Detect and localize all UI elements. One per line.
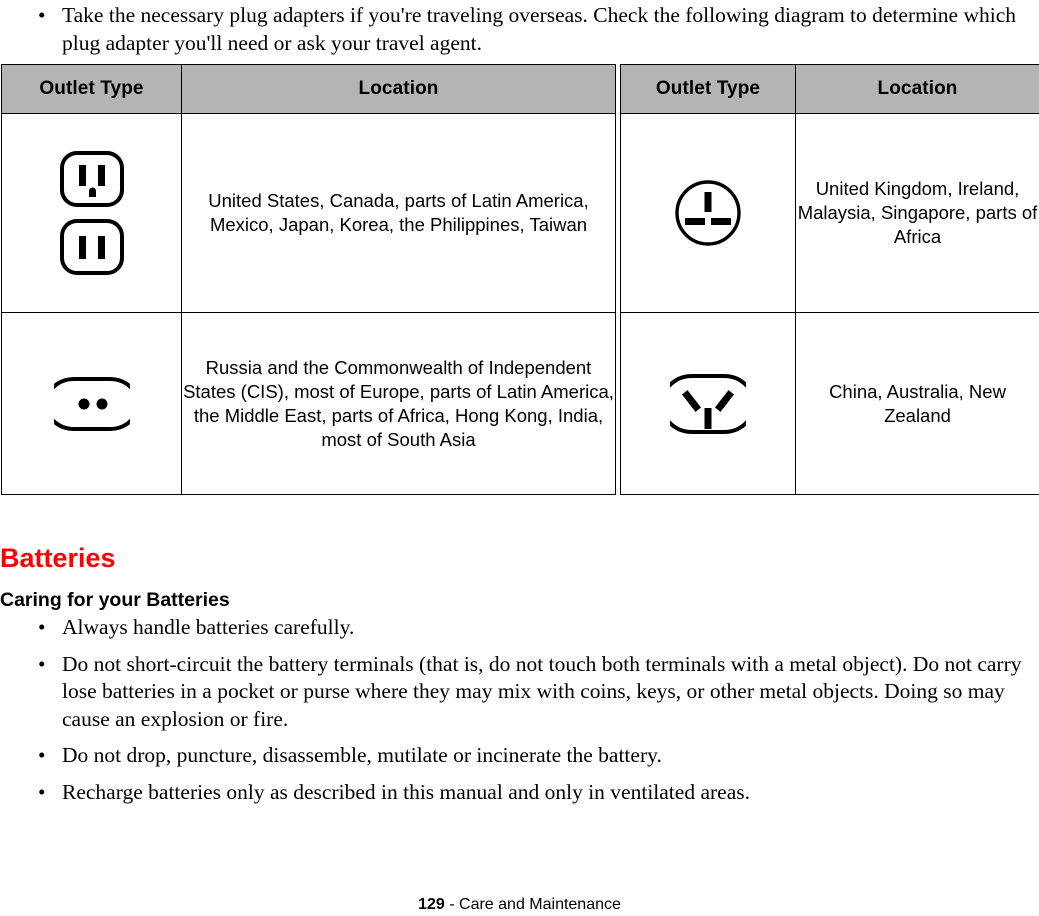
table-row: China, Australia, New Zealand <box>620 312 1039 495</box>
page-footer: 129 - Care and Maintenance <box>0 896 1039 914</box>
battery-bullet-text: Recharge batteries only as described in … <box>62 779 750 804</box>
battery-bullet-text: Do not drop, puncture, disassemble, muti… <box>62 743 662 767</box>
footer-section-name: Care and Maintenance <box>459 896 621 913</box>
battery-bullet-text: Always handle batteries carefully. <box>62 615 355 639</box>
table-row: United States, Canada, parts of Latin Am… <box>1 113 616 313</box>
outlet-type-cell <box>1 312 182 495</box>
outlet-table-left: Outlet Type Location United States, Cana… <box>1 64 616 495</box>
column-header-location: Location <box>795 64 1039 114</box>
location-cell: Russia and the Commonwealth of Independe… <box>181 312 616 495</box>
uk-outlet-icon <box>621 178 795 248</box>
outlet-tables-container: Outlet Type Location United States, Cana… <box>1 64 1039 495</box>
column-header-outlet-type: Outlet Type <box>1 64 182 114</box>
intro-section: • Take the necessary plug adapters if yo… <box>0 2 1020 57</box>
bullet-dot-icon: • <box>38 651 46 676</box>
outlet-type-cell <box>620 312 796 495</box>
page-title-batteries: Batteries <box>0 543 116 574</box>
location-cell: China, Australia, New Zealand <box>795 312 1039 495</box>
outlet-type-cell <box>1 113 182 313</box>
location-cell: United States, Canada, parts of Latin Am… <box>181 113 616 313</box>
footer-page-number: 129 <box>418 896 445 913</box>
table-header-row: Outlet Type Location <box>620 64 1039 114</box>
europlug-outlet-icon <box>2 375 181 433</box>
list-item: • Always handle batteries carefully. <box>0 614 1035 642</box>
location-cell: United Kingdom, Ireland, Malaysia, Singa… <box>795 113 1039 313</box>
table-row: Russia and the Commonwealth of Independe… <box>1 312 616 495</box>
subheading-caring-for-your-batteries: Caring for your Batteries <box>0 589 230 612</box>
bullet-dot-icon: • <box>38 779 46 804</box>
list-item: • Do not short-circuit the battery termi… <box>0 651 1035 734</box>
au-outlet-icon <box>621 372 795 436</box>
list-item: • Do not drop, puncture, disassemble, mu… <box>0 742 1035 770</box>
bullet-dot-icon: • <box>38 615 46 639</box>
list-item: • Take the necessary plug adapters if yo… <box>0 2 1020 57</box>
outlet-type-cell <box>620 113 796 313</box>
battery-bullet-text: Do not short-circuit the battery termina… <box>62 651 1022 731</box>
intro-bullet-list: • Take the necessary plug adapters if yo… <box>0 2 1020 57</box>
column-header-location: Location <box>181 64 616 114</box>
table-header-row: Outlet Type Location <box>1 64 616 114</box>
table-row: United Kingdom, Ireland, Malaysia, Singa… <box>620 113 1039 313</box>
column-header-outlet-type: Outlet Type <box>620 64 796 114</box>
bullet-dot-icon: • <box>38 3 46 27</box>
battery-care-bullet-list: • Always handle batteries carefully. • D… <box>0 614 1035 815</box>
list-item: • Recharge batteries only as described i… <box>0 779 1035 807</box>
intro-bullet-text: Take the necessary plug adapters if you'… <box>62 3 1017 55</box>
outlet-table-right: Outlet Type Location United Kingdom, Ire… <box>620 64 1039 495</box>
us-outlet-icon <box>2 150 181 276</box>
footer-separator: - <box>444 896 460 913</box>
bullet-dot-icon: • <box>38 743 46 767</box>
